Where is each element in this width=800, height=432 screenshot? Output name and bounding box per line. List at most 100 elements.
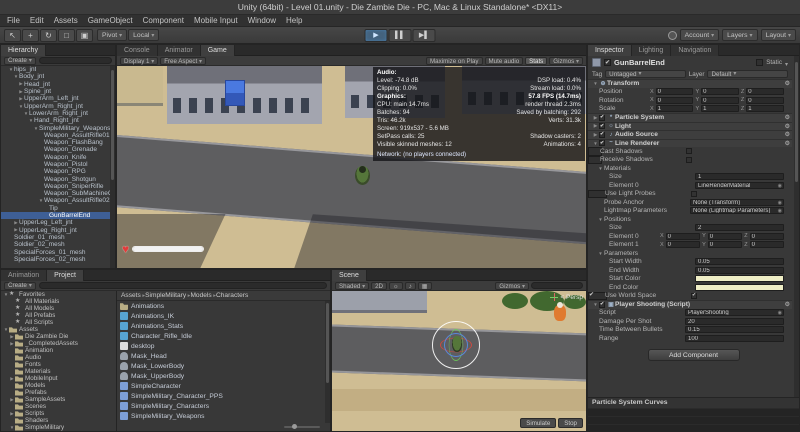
project-folder[interactable]: Animation bbox=[1, 347, 116, 354]
inspector-row[interactable]: Use Light Probes X Y Z bbox=[588, 189, 697, 198]
inspector-row[interactable]: Receive Shadows X Y Z bbox=[588, 155, 692, 164]
property-value-field[interactable]: 0.05 bbox=[695, 258, 784, 266]
project-folder[interactable]: ▼ Assets bbox=[1, 326, 116, 333]
game-viewport[interactable]: Audio: Level: -74.8 dBDSP load: 0.4%Clip… bbox=[117, 66, 586, 268]
inspector-row[interactable]: ▼ Positions X Y Z bbox=[588, 215, 792, 224]
inspector-tab[interactable]: Inspector bbox=[588, 45, 632, 56]
scene-search-input[interactable] bbox=[531, 282, 583, 289]
inspector-row[interactable]: Probe Anchor None (Transform) X Y Z bbox=[588, 198, 792, 207]
gear-icon[interactable] bbox=[785, 301, 790, 308]
inspector-row[interactable]: Element 1 X0 Y0 Z0 bbox=[588, 241, 792, 250]
gear-icon[interactable] bbox=[785, 140, 790, 147]
enable-checkbox[interactable] bbox=[691, 190, 697, 197]
inspector-row[interactable]: Use World Space X Y Z bbox=[588, 291, 697, 300]
expand-arrow-icon[interactable]: ▶ bbox=[9, 334, 15, 340]
y-field[interactable]: 0 bbox=[701, 96, 739, 104]
asset-item[interactable]: Animations_IK bbox=[117, 311, 325, 321]
game-area-tab[interactable]: Game bbox=[200, 45, 235, 56]
project-folder[interactable]: Fonts bbox=[1, 361, 116, 368]
pause-button[interactable]: ▌▌ bbox=[388, 28, 412, 42]
axis-gizmo-icon[interactable] bbox=[550, 293, 559, 301]
breadcrumb-item[interactable]: SimpleMilitary bbox=[145, 292, 190, 299]
hierarchy-item[interactable]: ▶ UpperLeg_Right_jnt bbox=[1, 227, 115, 234]
z-field[interactable]: 0 bbox=[746, 88, 785, 96]
project-folder[interactable]: All Materials bbox=[1, 298, 116, 305]
property-value-field[interactable]: 1 bbox=[695, 173, 784, 181]
collab-cloud-icon[interactable] bbox=[667, 30, 677, 40]
project-area-tab[interactable]: Project bbox=[47, 270, 84, 281]
tab-scene[interactable]: Scene bbox=[332, 270, 367, 281]
hierarchy-item[interactable]: ▶ UpperLeg_Left_jnt bbox=[1, 219, 115, 226]
menu-item[interactable]: Edit bbox=[25, 15, 49, 27]
fold-arrow-icon[interactable]: ▶ bbox=[592, 123, 599, 129]
x-field[interactable]: 0 bbox=[665, 241, 701, 249]
scrollbar-thumb[interactable] bbox=[111, 70, 114, 180]
fold-arrow-icon[interactable]: ▼ bbox=[597, 217, 604, 222]
gear-icon[interactable] bbox=[785, 114, 790, 121]
project-folder[interactable]: All Scripts bbox=[1, 319, 116, 326]
rotation-gizmo[interactable] bbox=[432, 321, 480, 369]
y-field[interactable]: 0 bbox=[701, 88, 739, 96]
inspector-tab[interactable]: Lighting bbox=[631, 45, 672, 56]
asset-item[interactable]: Animations bbox=[117, 301, 325, 311]
stop-button[interactable]: Stop bbox=[558, 418, 583, 428]
inspector-scrollbar[interactable] bbox=[794, 56, 799, 397]
pivot-toggle[interactable]: Pivot bbox=[97, 29, 128, 41]
scene-effects-icon[interactable]: ▦ bbox=[417, 281, 432, 290]
y-field[interactable]: 0 bbox=[707, 232, 743, 240]
hierarchy-item[interactable]: ▼ Body_jnt bbox=[1, 73, 115, 80]
x-field[interactable]: 0 bbox=[655, 88, 694, 96]
inspector-row[interactable]: ▼ Materials X Y Z bbox=[588, 164, 792, 173]
inspector-row[interactable]: Scale X1 Y1 Z1 bbox=[588, 105, 792, 114]
inspector-row[interactable]: ▼ ▣ Player Shooting (Script) X Y Z bbox=[588, 300, 792, 309]
enable-checkbox[interactable] bbox=[599, 123, 605, 130]
hierarchy-item[interactable]: Weapon_Pistol bbox=[1, 161, 115, 168]
enable-checkbox[interactable] bbox=[599, 131, 605, 138]
fold-arrow-icon[interactable]: ▶ bbox=[592, 115, 599, 121]
project-folder[interactable]: ▼ SimpleMilitary bbox=[1, 424, 116, 431]
asset-item[interactable]: Animations_Stats bbox=[117, 321, 325, 331]
inspector-row[interactable]: Damage Per Shot 20 X Y Z bbox=[588, 317, 792, 326]
game-area-tab[interactable]: Console bbox=[117, 45, 158, 56]
shaded-dropdown[interactable]: Shaded bbox=[335, 281, 370, 290]
add-component-button[interactable]: Add Component bbox=[647, 349, 740, 361]
project-folder[interactable]: ▼ Favorites bbox=[1, 291, 116, 298]
project-folder[interactable]: ▶ SampleAssets bbox=[1, 396, 116, 403]
scene-viewport[interactable]: < Persp Simulate Stop bbox=[332, 291, 586, 431]
color-swatch[interactable] bbox=[695, 275, 784, 283]
tag-dropdown[interactable]: Untagged bbox=[605, 70, 686, 78]
step-button[interactable]: ▶▌ bbox=[412, 28, 436, 42]
enable-checkbox[interactable] bbox=[691, 292, 697, 299]
z-field[interactable]: 0 bbox=[749, 232, 784, 240]
tool-button-icon[interactable]: + bbox=[22, 28, 39, 42]
scrollbar-thumb[interactable] bbox=[795, 62, 798, 182]
fold-arrow-icon[interactable]: ▼ bbox=[597, 251, 604, 256]
expand-arrow-icon[interactable]: ▶ bbox=[9, 376, 15, 382]
property-value-field[interactable]: 20 bbox=[685, 317, 784, 325]
hierarchy-search-input[interactable] bbox=[38, 57, 112, 64]
inspector-row[interactable]: Size 2 X Y Z bbox=[588, 224, 792, 233]
y-field[interactable]: 0 bbox=[707, 241, 743, 249]
inspector-row[interactable]: ▼ ~ Line Renderer X Y Z bbox=[588, 138, 792, 147]
2d-toggle[interactable]: 2D bbox=[371, 281, 388, 290]
expand-arrow-icon[interactable]: ▶ bbox=[9, 411, 15, 417]
asset-item[interactable]: Mask_LowerBody bbox=[117, 361, 325, 371]
hierarchy-item[interactable]: ▶ Head_jnt bbox=[1, 81, 115, 88]
curves-graph[interactable] bbox=[588, 408, 799, 431]
gear-icon[interactable] bbox=[785, 131, 790, 138]
property-value-field[interactable]: LineRenderMaterial bbox=[695, 181, 784, 189]
active-checkbox[interactable] bbox=[604, 59, 611, 66]
mute-audio-button[interactable]: Mute audio bbox=[484, 56, 524, 65]
layer-dropdown[interactable]: Default bbox=[707, 70, 789, 78]
aspect-dropdown[interactable]: Free Aspect bbox=[160, 56, 206, 65]
hierarchy-item[interactable]: Weapon_AssultRifle01 bbox=[1, 132, 115, 139]
static-checkbox[interactable] bbox=[756, 59, 764, 66]
gizmos-dropdown[interactable]: Gizmos bbox=[549, 56, 583, 65]
menu-item[interactable]: Window bbox=[243, 15, 281, 27]
scene-gizmos-dropdown[interactable]: Gizmos bbox=[495, 281, 529, 290]
hierarchy-item[interactable]: ▼ Hand_Right_jnt bbox=[1, 117, 115, 124]
hierarchy-scrollbar[interactable] bbox=[110, 66, 115, 268]
fold-arrow-icon[interactable]: ▼ bbox=[592, 302, 599, 307]
asset-item[interactable]: SimpleMilitary_Weapons bbox=[117, 411, 325, 421]
asset-item[interactable]: desktop bbox=[117, 341, 325, 351]
